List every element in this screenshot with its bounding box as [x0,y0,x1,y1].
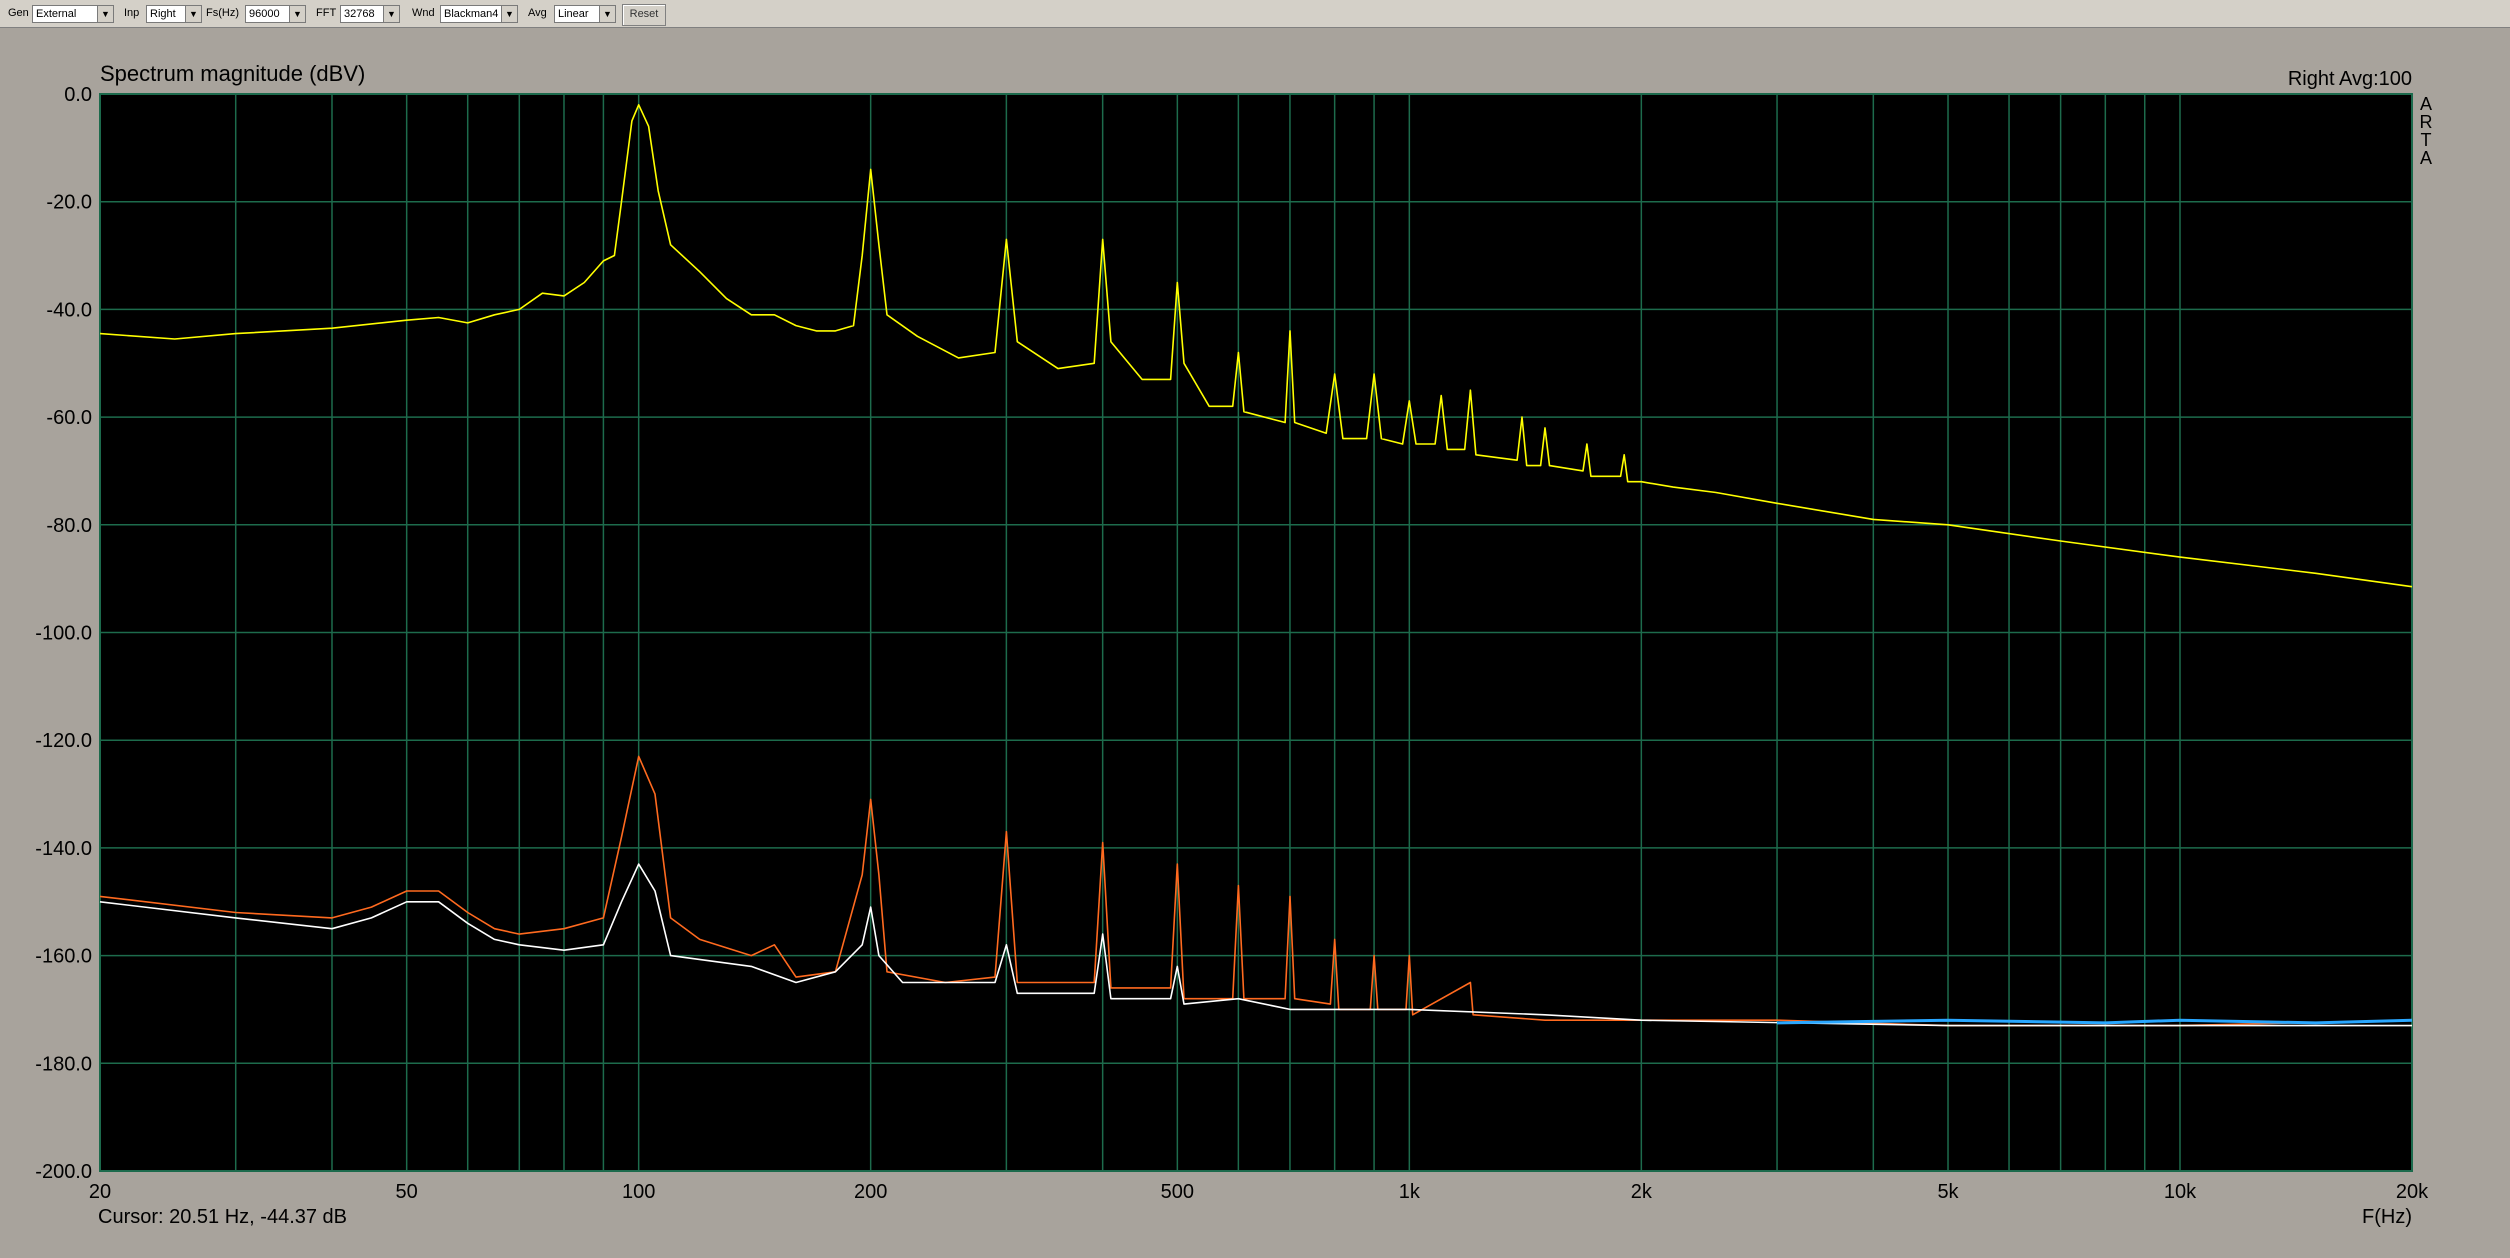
x-tick-label: 20k [2396,1181,2429,1203]
logo-letter: A [2420,94,2432,114]
toolbar: Gen External ▼ Inp Right ▼ Fs(Hz) 96000 … [0,0,2510,28]
arta-logo: ARTA [2420,94,2433,168]
chevron-down-icon: ▼ [501,6,517,22]
y-tick-label: -20.0 [46,192,92,214]
x-tick-label: 200 [854,1181,887,1203]
fs-select[interactable]: 96000 ▼ [245,5,306,23]
x-tick-labels: 20 50 100 200 500 1k 2k 5k 10k 20k [89,1181,2429,1203]
window-select[interactable]: Blackman4 ▼ [440,5,518,23]
fs-select-value: 96000 [249,8,280,20]
fs-label: Fs(Hz) [206,7,239,19]
x-tick-label: 100 [622,1181,655,1203]
chevron-down-icon: ▼ [383,6,399,22]
generator-select-value: External [36,8,77,20]
avg-label: Avg [528,7,547,19]
chevron-down-icon: ▼ [185,6,201,22]
channel-info: Right Avg:100 [2288,68,2412,90]
avg-select[interactable]: Linear ▼ [554,5,616,23]
y-tick-label: -100.0 [35,623,92,645]
y-tick-label: -80.0 [46,515,92,537]
y-tick-label: -160.0 [35,946,92,968]
y-tick-label: -60.0 [46,407,92,429]
x-tick-label: 1k [1399,1181,1421,1203]
inp-label: Inp [124,7,140,19]
chevron-down-icon: ▼ [599,6,615,22]
y-tick-label: -40.0 [46,299,92,321]
y-tick-label: -120.0 [35,730,92,752]
x-tick-label: 2k [1631,1181,1653,1203]
x-tick-label: 500 [1161,1181,1194,1203]
logo-letter: T [2421,130,2432,150]
chevron-down-icon: ▼ [289,6,305,22]
gen-label: Gen [8,7,29,19]
y-tick-labels: 0.0 -20.0 -40.0 -60.0 -80.0 -100.0 -120.0 -140.… [35,84,92,1183]
logo-letter: R [2420,112,2433,132]
cursor-readout: Cursor: 20.51 Hz, -44.37 dB [98,1206,347,1228]
chart-title: Spectrum magnitude (dBV) [100,61,365,86]
avg-select-value: Linear [558,8,589,20]
spectrum-chart[interactable]: Spectrum magnitude (dBV) Right Avg:100 A… [0,28,2510,1258]
reset-button[interactable]: Reset [622,4,666,26]
y-tick-label: -140.0 [35,838,92,860]
x-tick-label: 20 [89,1181,111,1203]
wnd-label: Wnd [412,7,435,19]
input-select-value: Right [150,8,176,20]
y-tick-label: -200.0 [35,1161,92,1183]
chevron-down-icon: ▼ [97,6,113,22]
generator-select[interactable]: External ▼ [32,5,114,23]
logo-letter: A [2420,148,2432,168]
fft-select[interactable]: 32768 ▼ [340,5,400,23]
x-tick-label: 10k [2164,1181,2197,1203]
x-tick-label: 50 [396,1181,418,1203]
fft-label: FFT [316,7,337,19]
x-axis-label: F(Hz) [2362,1206,2412,1228]
x-tick-label: 5k [1937,1181,1959,1203]
y-tick-label: 0.0 [64,84,92,106]
fft-select-value: 32768 [344,8,375,20]
y-tick-label: -180.0 [35,1053,92,1075]
input-select[interactable]: Right ▼ [146,5,202,23]
window-select-value: Blackman4 [444,8,499,20]
